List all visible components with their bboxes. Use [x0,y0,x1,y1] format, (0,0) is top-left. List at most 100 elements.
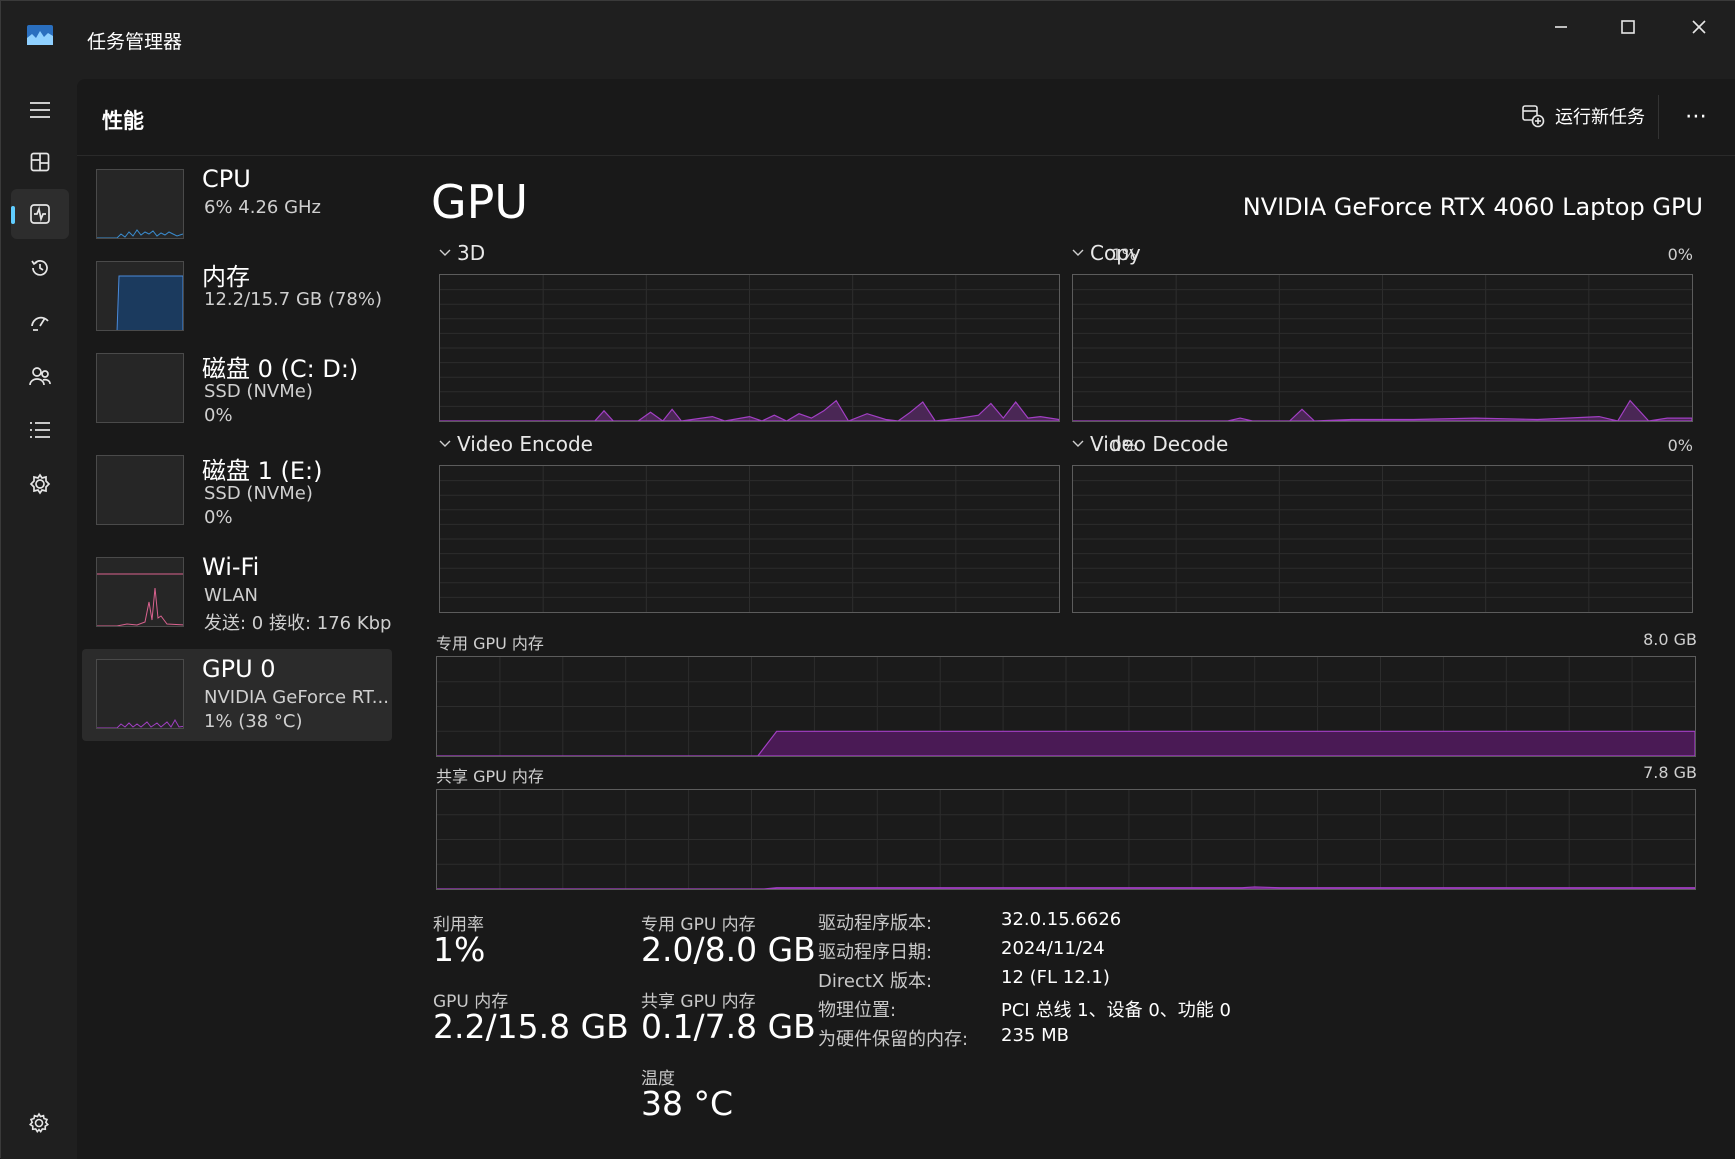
run-new-task-label: 运行新任务 [1555,107,1645,128]
engine-label: Video Encode [457,432,593,456]
engine-video-decode-graph [1072,465,1693,613]
navigation-rail [1,79,77,1159]
app-history-icon [31,260,48,276]
nav-users[interactable] [11,351,69,401]
chevron-down-icon [439,440,451,447]
sidebar-item-detail-2: 1% (38 °C) [204,711,303,732]
sidebar-item-label: Wi-Fi [202,553,260,581]
gpu-thumbnail-graph [96,659,184,729]
page-title: 性能 [102,109,144,133]
driver-date-value: 2024/11/24 [1001,938,1105,959]
shared-gpu-memory-grid [437,790,1695,889]
header-separator [1658,95,1659,139]
cpu-thumbnail-graph [96,169,184,239]
engine-selector-copy[interactable]: Copy [1072,241,1141,265]
sidebar-item-disk-0[interactable]: 磁盘 0 (C: D:) SSD (NVMe) 0% [82,343,392,435]
engine-3d-graph [439,274,1060,422]
users-icon [29,367,51,386]
engine-3d-grid [440,275,1059,421]
driver-date-label: 驱动程序日期: [818,942,933,963]
chevron-down-icon [1072,249,1084,256]
task-manager-app-icon [27,25,53,45]
window-title: 任务管理器 [87,31,183,53]
engine-selector-video-decode[interactable]: Video Decode [1072,432,1228,456]
run-new-task-button[interactable]: 运行新任务 [1507,94,1659,138]
directx-version-value: 12 (FL 12.1) [1001,967,1110,988]
driver-version-value: 32.0.15.6626 [1001,909,1122,930]
page-header: 性能 运行新任务 ⋯ [77,79,1735,156]
sidebar-item-wifi[interactable]: Wi-Fi WLAN 发送: 0 接收: 176 Kbps [82,547,392,639]
performance-icon [30,204,50,224]
engine-selector-3d[interactable]: 3D [439,241,485,265]
sidebar-item-detail: 6% 4.26 GHz [204,197,322,218]
driver-version-label: 驱动程序版本: [818,913,933,934]
engine-copy-percent: 0% [1667,245,1693,264]
chevron-down-icon [439,249,451,256]
sidebar-item-detail-2: 0% [204,507,233,528]
nav-startup-apps[interactable] [11,297,69,347]
dedicated-gpu-memory-label: 专用 GPU 内存 [436,634,544,653]
shared-gpu-memory-label: 共享 GPU 内存 [436,767,544,786]
disk1-thumbnail-graph [96,455,184,525]
engine-video-encode-graph [439,465,1060,613]
engine-video-encode-grid [440,466,1059,612]
sidebar-item-label: 磁盘 1 (E:) [202,457,323,485]
more-options-button[interactable]: ⋯ [1672,94,1722,138]
nav-app-history[interactable] [11,243,69,293]
sidebar-item-cpu[interactable]: CPU 6% 4.26 GHz [82,159,392,251]
sidebar-item-detail: 12.2/15.7 GB (78%) [204,289,383,310]
sidebar-item-disk-1[interactable]: 磁盘 1 (E:) SSD (NVMe) 0% [82,445,392,537]
dedicated-gpu-memory-grid [437,657,1695,756]
hamburger-menu-button[interactable] [11,85,69,135]
minimize-icon [1555,26,1567,28]
engine-video-decode-grid [1073,466,1692,612]
engine-label: Copy [1090,241,1141,265]
services-icon [29,473,51,495]
hamburger-menu-icon [30,102,50,118]
sidebar-item-label: 内存 [202,263,250,291]
hardware-reserved-memory-value: 235 MB [1001,1025,1069,1046]
minimize-button[interactable] [1526,9,1596,45]
sidebar-item-memory[interactable]: 内存 12.2/15.7 GB (78%) [82,251,392,343]
sidebar-item-detail-2: 0% [204,405,233,426]
memory-thumbnail-graph [96,261,184,331]
task-manager-window: 任务管理器 性能 运行新任务 ⋯ CPU 6% 4.26 GHz 内存 12.2… [0,0,1735,1159]
sidebar-item-detail-2: 发送: 0 接收: 176 Kbps [204,613,392,634]
main-panel: 性能 运行新任务 ⋯ CPU 6% 4.26 GHz 内存 12.2/15.7 … [77,79,1735,1159]
nav-services[interactable] [11,459,69,509]
run-new-task-icon [1522,105,1545,128]
gpu-model-name: NVIDIA GeForce RTX 4060 Laptop GPU [1242,193,1703,221]
details-icon [30,422,50,438]
title-bar: 任务管理器 [1,1,1735,79]
close-button[interactable] [1664,9,1734,45]
disk0-thumbnail-graph [96,353,184,423]
engine-copy-graph [1072,274,1693,422]
engine-selector-video-encode[interactable]: Video Encode [439,432,593,456]
sidebar-item-detail: SSD (NVMe) [204,381,313,402]
engine-label: 3D [457,241,486,265]
chevron-down-icon [1072,440,1084,447]
nav-processes[interactable] [11,137,69,187]
physical-location-value: PCI 总线 1、设备 0、功能 0 [1001,1000,1231,1021]
nav-performance[interactable] [11,189,69,239]
nav-details[interactable] [11,405,69,455]
utilization-value: 1% [433,930,486,969]
engine-copy-grid [1073,275,1692,421]
shared-memory-value: 0.1/7.8 GB [641,1007,816,1046]
settings-gear-icon [28,1112,50,1133]
settings-button[interactable] [21,1105,57,1141]
shared-gpu-memory-graph [436,789,1696,890]
temperature-value: 38 °C [641,1084,734,1123]
processes-icon [30,152,50,172]
active-nav-indicator [11,206,15,224]
sidebar-item-gpu-0[interactable]: GPU 0 NVIDIA GeForce RT... 1% (38 °C) [82,649,392,741]
dedicated-gpu-memory-graph [436,656,1696,757]
directx-version-label: DirectX 版本: [818,971,933,992]
engine-label: Video Decode [1090,432,1229,456]
engine-video-decode-percent: 0% [1667,436,1693,455]
sidebar-item-detail: NVIDIA GeForce RT... [204,687,389,708]
sidebar-item-detail: WLAN [204,585,259,606]
startup-apps-icon [31,316,49,331]
maximize-button[interactable] [1593,9,1663,45]
shared-gpu-memory-max: 7.8 GB [1643,763,1697,782]
